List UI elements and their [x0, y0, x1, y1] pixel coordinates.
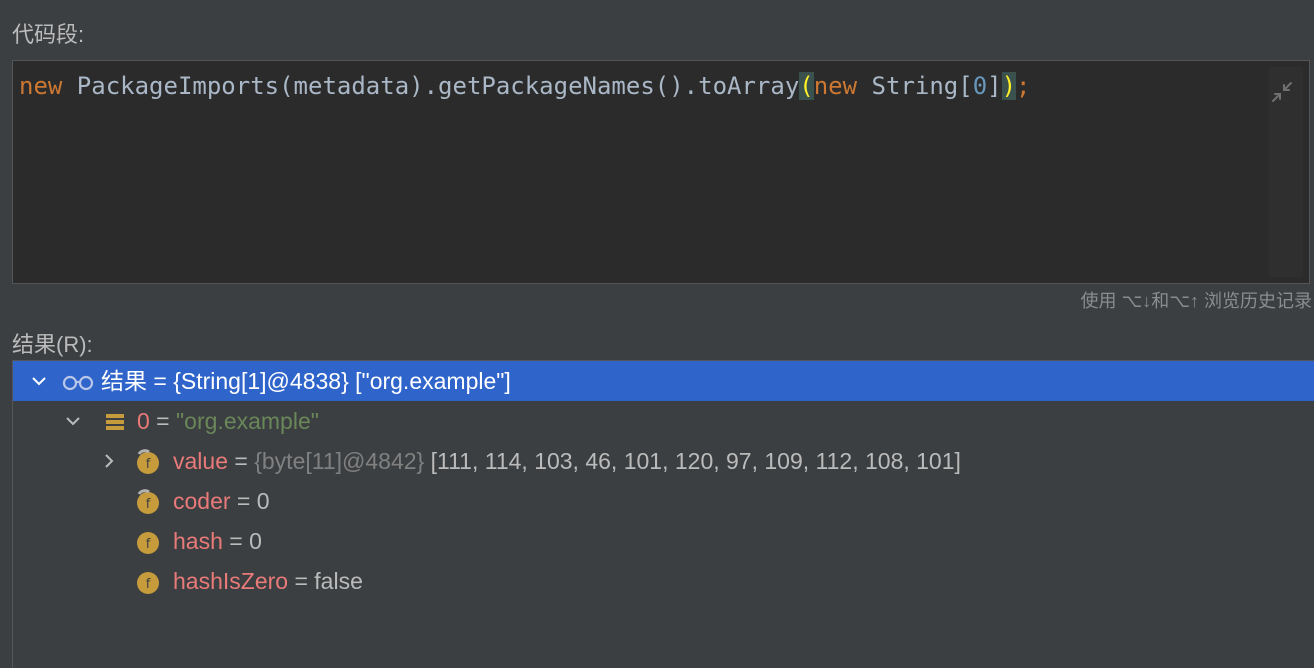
code-text-2: String[ — [857, 72, 973, 100]
watch-glasses-icon — [62, 375, 94, 391]
code-editor[interactable]: new PackageImports(metadata).getPackageN… — [12, 60, 1310, 284]
tree-row-item-0[interactable]: 0 = "org.example" — [13, 401, 1314, 441]
item-0-name: 0 — [137, 408, 150, 434]
value-field-ref: {byte[11]@4842} — [254, 448, 425, 474]
history-hint: 使用 ⌥↓和⌥↑ 浏览历史记录 — [1080, 291, 1313, 311]
code-text-3: ] — [987, 72, 1002, 100]
code-line[interactable]: new PackageImports(metadata).getPackageN… — [19, 71, 1031, 101]
svg-text:f: f — [146, 457, 151, 472]
collapse-icon[interactable] — [1271, 81, 1293, 103]
item-0-eq: = — [149, 408, 177, 434]
svg-text:f: f — [146, 497, 151, 512]
chevron-right-icon[interactable] — [99, 451, 119, 471]
tree-row-coder[interactable]: f coder = 0 — [13, 481, 1314, 521]
keyword-new-2: new — [813, 72, 858, 100]
result-tree[interactable]: 结果 = {String[1]@4838} ["org.example"] 0 … — [12, 360, 1314, 668]
final-field-icon: f — [137, 449, 159, 474]
result-label: 结果(R): — [12, 332, 93, 357]
field-icon: f — [137, 532, 159, 554]
hash-field-value: = 0 — [222, 528, 262, 554]
paren-close-highlight: ) — [1001, 72, 1017, 100]
paren-open-highlight: ( — [799, 72, 814, 100]
hash-field-name: hash — [173, 528, 223, 554]
tree-row-value[interactable]: f value = {byte[11]@4842} [111, 114, 103… — [13, 441, 1314, 481]
chevron-down-icon[interactable] — [63, 411, 83, 431]
code-index-number: 0 — [972, 72, 988, 100]
code-text-1: PackageImports(metadata).getPackageNames… — [62, 72, 800, 100]
item-0-value: "org.example" — [176, 408, 319, 434]
root-result-text: 结果 = {String[1]@4838} ["org.example"] — [101, 368, 511, 394]
hashiszero-field-value: = false — [288, 568, 363, 594]
keyword-new: new — [19, 72, 63, 100]
tree-row-hashiszero[interactable]: f hashIsZero = false — [13, 561, 1314, 601]
final-field-icon: f — [137, 489, 159, 514]
collapse-editor-button[interactable] — [1269, 67, 1303, 277]
coder-field-value: = 0 — [230, 488, 270, 514]
value-field-name: value — [173, 448, 228, 474]
svg-text:f: f — [146, 577, 151, 592]
evaluate-expression-panel: 代码段: new PackageImports(metadata).getPac… — [0, 0, 1314, 668]
tree-row-hash[interactable]: f hash = 0 — [13, 521, 1314, 561]
array-element-icon — [106, 414, 124, 430]
code-snippet-label: 代码段: — [12, 22, 85, 47]
value-field-data: [111, 114, 103, 46, 101, 120, 97, 109, 1… — [424, 448, 961, 474]
svg-text:f: f — [146, 537, 151, 552]
chevron-down-icon[interactable] — [29, 371, 49, 391]
tree-row-root[interactable]: 结果 = {String[1]@4838} ["org.example"] — [13, 361, 1314, 401]
value-field-eq: = — [227, 448, 255, 474]
code-semicolon: ; — [1016, 72, 1031, 100]
field-icon: f — [137, 572, 159, 594]
hashiszero-field-name: hashIsZero — [173, 568, 289, 594]
coder-field-name: coder — [173, 488, 231, 514]
